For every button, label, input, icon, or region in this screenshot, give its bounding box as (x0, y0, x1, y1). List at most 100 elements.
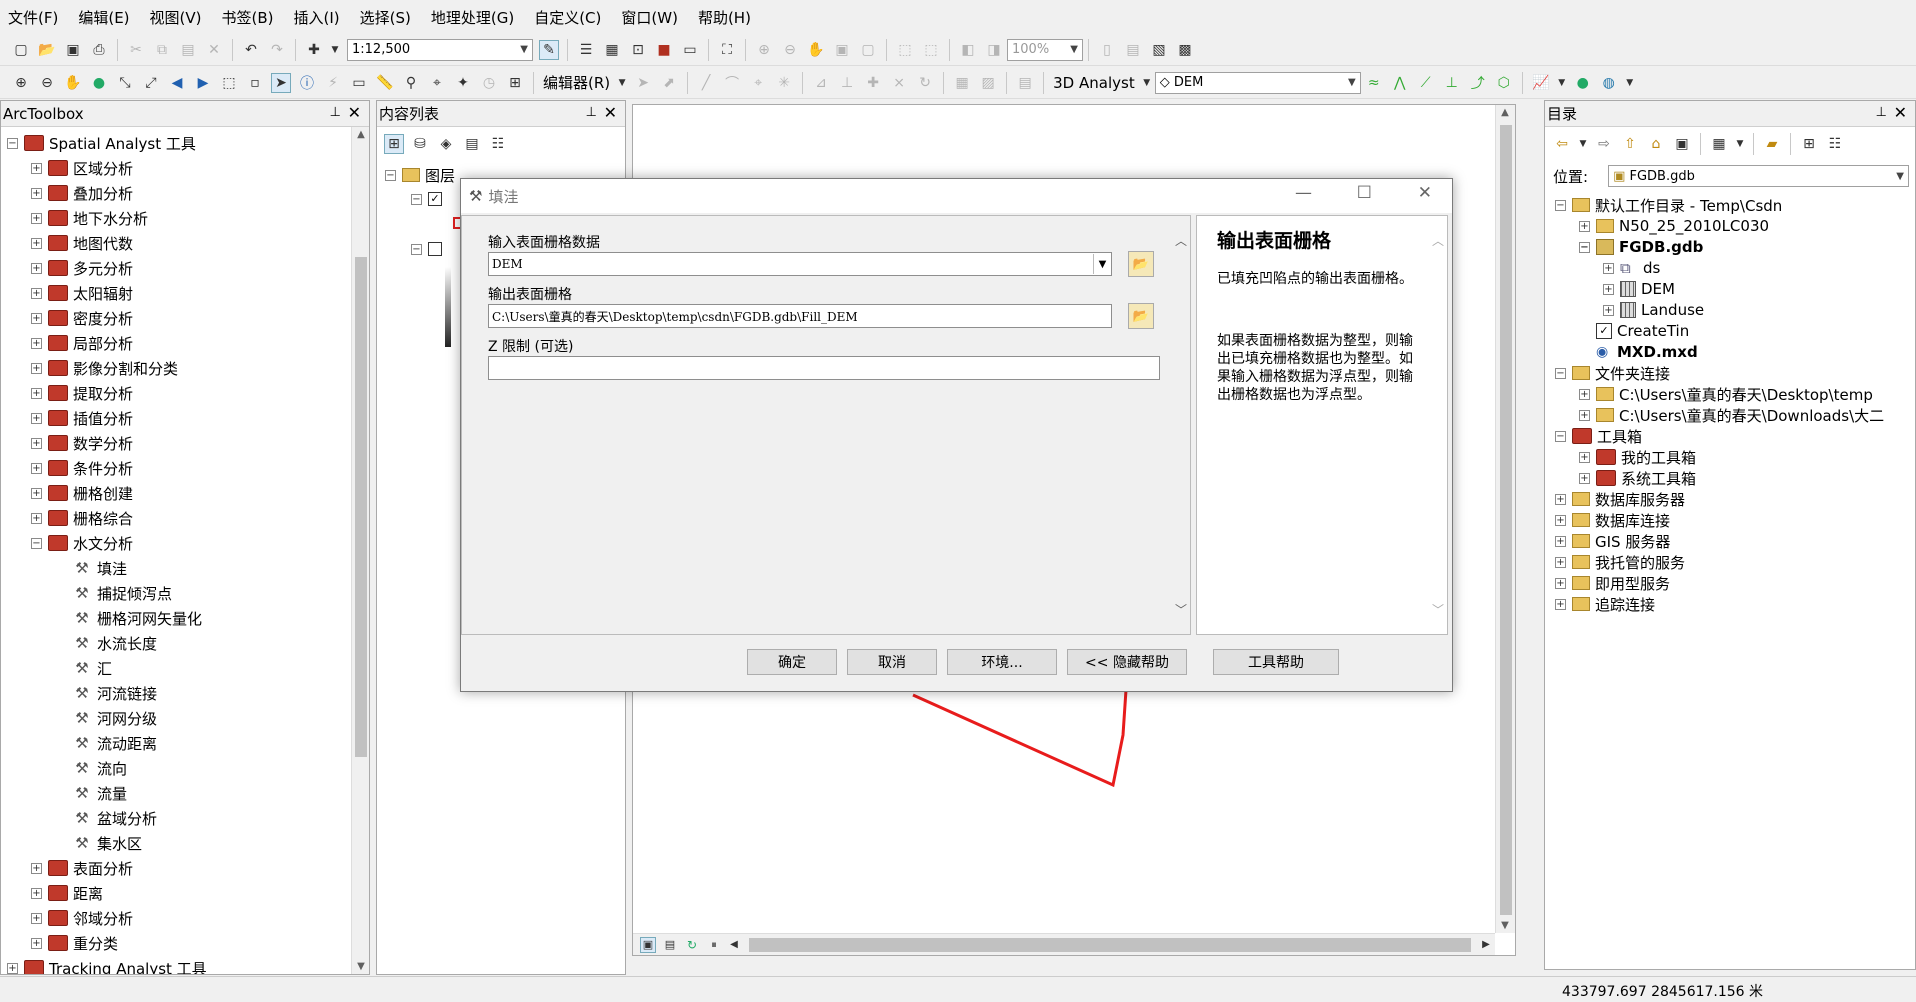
expand-icon[interactable]: + (1603, 283, 1614, 295)
point-icon[interactable]: ✳ (774, 73, 794, 93)
expand-icon[interactable]: + (31, 262, 42, 274)
add-data-icon[interactable]: ✚ (304, 40, 324, 60)
list-by-visibility-icon[interactable]: ◈ (436, 134, 456, 154)
pin-icon[interactable]: ⊥ (330, 105, 341, 120)
scroll-down-icon[interactable]: ▼ (1496, 920, 1514, 931)
menu-view[interactable]: 视图(V) (150, 7, 202, 28)
cut-icon[interactable]: ✂ (126, 40, 146, 60)
scroll-up-icon[interactable]: ︿ (1429, 232, 1447, 249)
time-slider-icon[interactable]: ◷ (479, 73, 499, 93)
connect-folder-icon[interactable]: ▣ (1672, 134, 1692, 154)
data-view-icon[interactable]: ▣ (640, 936, 656, 953)
arctoolbox-icon[interactable]: ■ (654, 40, 674, 60)
catalog-icon[interactable]: ▦ (602, 40, 622, 60)
options-icon[interactable]: ☷ (488, 134, 508, 154)
measure-icon[interactable]: 📏 (375, 73, 395, 93)
fixed-zoom-out-icon[interactable]: ⤢ (141, 73, 161, 93)
rotate-icon[interactable]: ↻ (915, 73, 935, 93)
tool-help-button[interactable]: 工具帮助 (1213, 649, 1339, 675)
menu-customize[interactable]: 自定义(C) (534, 7, 601, 28)
tree-item-toolset[interactable]: + 插值分析 (31, 406, 133, 430)
delete-icon[interactable]: ✕ (204, 40, 224, 60)
expand-icon[interactable]: + (1555, 535, 1566, 547)
zoom-whole-page-icon[interactable]: ▣ (832, 40, 852, 60)
browse-input-button[interactable]: 📂 (1128, 251, 1154, 277)
expand-icon[interactable]: + (31, 862, 42, 874)
expand-icon[interactable]: + (31, 362, 42, 374)
list-by-source-icon[interactable]: ⛁ (410, 134, 430, 154)
location-combo[interactable]: ▣ FGDB.gdb ▼ (1608, 165, 1909, 187)
tree-item-toolset[interactable]: + 太阳辐射 (31, 281, 133, 305)
save-icon[interactable]: ▣ (63, 40, 83, 60)
layout-pan-icon[interactable]: ✋ (806, 40, 826, 60)
tree-item-hydrology[interactable]: − 水文分析 (31, 531, 133, 555)
tree-item-toolset[interactable]: + 数学分析 (31, 431, 133, 455)
expand-icon[interactable]: + (31, 437, 42, 449)
tree-item-tool[interactable]: ⚒ 河网分级 (73, 706, 157, 730)
close-icon[interactable]: ✕ (1894, 103, 1907, 122)
expand-icon[interactable]: + (31, 312, 42, 324)
tree-item-toolset[interactable]: + 表面分析 (31, 856, 133, 880)
chevron-down-icon[interactable]: ▼ (1625, 73, 1635, 93)
expand-icon[interactable]: + (31, 237, 42, 249)
z-limit-field[interactable] (488, 356, 1160, 380)
data-driven-pages-icon[interactable]: ▩ (1175, 40, 1195, 60)
menu-file[interactable]: 文件(F) (8, 7, 58, 28)
find-icon[interactable]: ⚲ (401, 73, 421, 93)
zoom-100-icon[interactable]: ▢ (858, 40, 878, 60)
tree-item-tool[interactable]: ⚒ 栅格河网矢量化 (73, 606, 202, 630)
expand-icon[interactable]: + (31, 512, 42, 524)
collapse-icon[interactable]: − (411, 243, 422, 255)
tree-item-toolset[interactable]: + 栅格综合 (31, 506, 133, 530)
toggle-draft-icon[interactable]: ▯ (1097, 40, 1117, 60)
expand-icon[interactable]: + (1579, 409, 1590, 421)
zoom-in-icon[interactable]: ⊕ (11, 73, 31, 93)
expand-icon[interactable]: + (7, 962, 18, 974)
list-by-selection-icon[interactable]: ▤ (462, 134, 482, 154)
editor-menu[interactable]: 编辑器(R) (543, 72, 610, 93)
layer-checkbox[interactable] (428, 242, 442, 256)
expand-icon[interactable]: + (1579, 472, 1590, 484)
modelbuilder-icon[interactable]: ⛶ (717, 40, 737, 60)
options-icon[interactable]: ☷ (1825, 134, 1845, 154)
tree-item-toolset[interactable]: + 地下水分析 (31, 206, 148, 230)
expand-icon[interactable]: + (31, 337, 42, 349)
tree-item-toolset[interactable]: + 邻域分析 (31, 906, 133, 930)
focus-data-frame-icon[interactable]: ▤ (1123, 40, 1143, 60)
collapse-icon[interactable]: − (1579, 241, 1590, 253)
pan-icon[interactable]: ✋ (63, 73, 83, 93)
change-layout-icon[interactable]: ▧ (1149, 40, 1169, 60)
tree-item-toolset[interactable]: + 重分类 (31, 931, 118, 955)
go-back-icon[interactable]: ◀ (167, 73, 187, 93)
copy-icon[interactable]: ⧉ (152, 40, 172, 60)
new-icon[interactable]: ▢ (11, 40, 31, 60)
scroll-down-icon[interactable]: ﹀ (1429, 601, 1447, 618)
menu-help[interactable]: 帮助(H) (698, 7, 751, 28)
identify-icon[interactable]: ⓘ (297, 73, 317, 93)
chevron-down-icon[interactable]: ▼ (1142, 73, 1152, 93)
tree-item-tool[interactable]: ⚒ 流动距离 (73, 731, 157, 755)
pin-icon[interactable]: ⊥ (1876, 105, 1887, 120)
endpoint-arc-icon[interactable]: ⌒ (722, 73, 742, 93)
tree-item-toolset[interactable]: + 密度分析 (31, 306, 133, 330)
paste-icon[interactable]: ▤ (178, 40, 198, 60)
tree-item-tool[interactable]: ⚒ 水流长度 (73, 631, 157, 655)
tree-item-toolset[interactable]: + 栅格创建 (31, 481, 133, 505)
browse-output-button[interactable]: 📂 (1128, 303, 1154, 329)
undo-icon[interactable]: ↶ (241, 40, 261, 60)
expand-icon[interactable]: + (31, 487, 42, 499)
contour-icon[interactable]: ≈ (1364, 73, 1384, 93)
scale-combo[interactable]: 1:12,500 ▼ (347, 38, 533, 61)
select-features-icon[interactable]: ⬚ (219, 73, 239, 93)
scroll-up-icon[interactable]: ▲ (1496, 107, 1514, 118)
tree-item-toolset[interactable]: + 条件分析 (31, 456, 133, 480)
scroll-left-icon[interactable]: ◀ (728, 937, 740, 953)
menu-bookmarks[interactable]: 书签(B) (222, 7, 274, 28)
help-scrollbar[interactable]: ︿ ﹀ (1429, 216, 1447, 634)
home-icon[interactable]: ⌂ (1646, 134, 1666, 154)
expand-icon[interactable]: + (1579, 220, 1590, 232)
tree-item-tool[interactable]: ⚒ 汇 (73, 656, 112, 680)
back-icon[interactable]: ⇦ (1552, 134, 1572, 154)
chevron-down-icon[interactable]: ▼ (1557, 73, 1567, 93)
go-to-xy-icon[interactable]: ✦ (453, 73, 473, 93)
